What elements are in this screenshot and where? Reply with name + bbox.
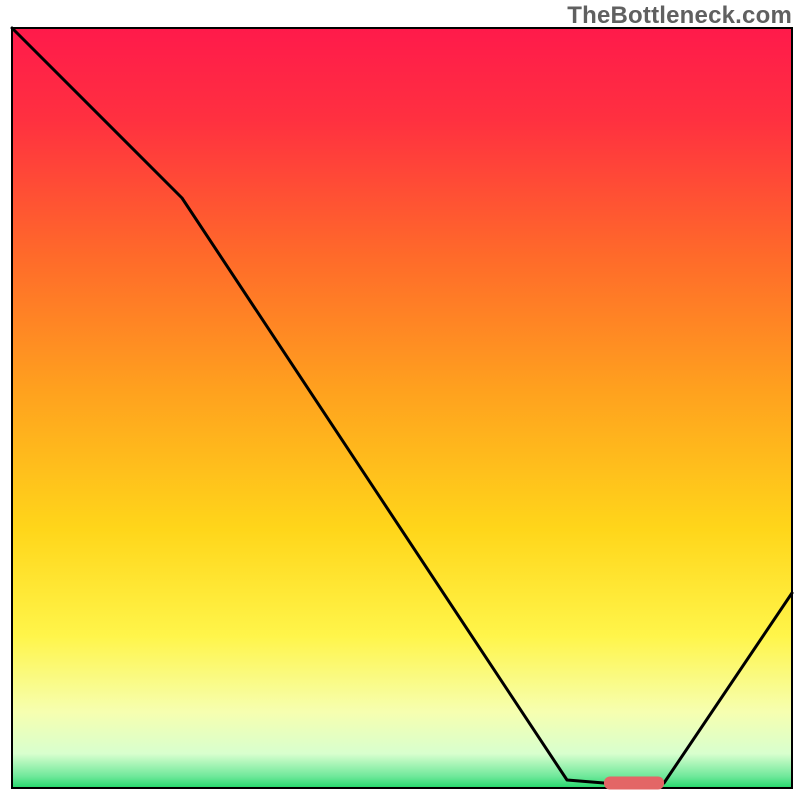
- gradient-background: [12, 28, 792, 788]
- sweet-spot-marker: [604, 777, 664, 790]
- chart-stage: TheBottleneck.com: [0, 0, 800, 800]
- bottleneck-chart: [0, 0, 800, 800]
